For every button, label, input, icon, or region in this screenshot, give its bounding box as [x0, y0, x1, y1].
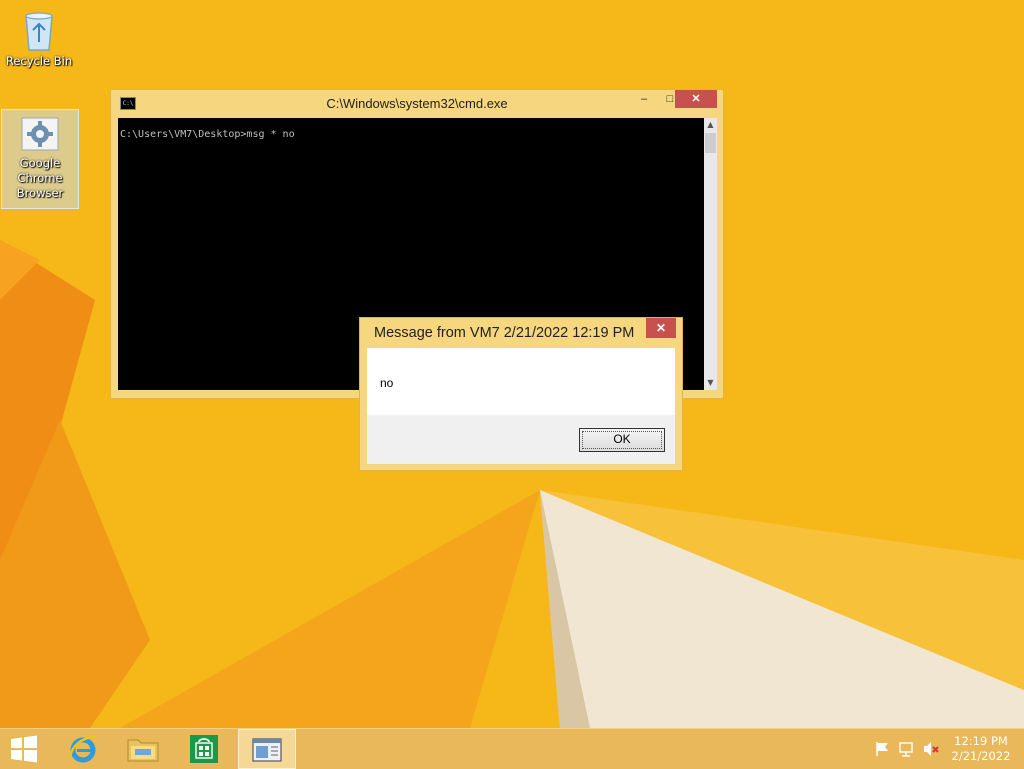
window-icon: [252, 738, 282, 762]
scroll-thumb[interactable]: [705, 133, 716, 153]
minimize-button[interactable]: –: [631, 90, 657, 108]
taskbar-internet-explorer[interactable]: [56, 729, 112, 769]
clock-date: 2/21/2022: [951, 749, 1011, 763]
start-button[interactable]: [0, 729, 56, 769]
internet-explorer-icon: [68, 736, 97, 763]
taskbar-clock[interactable]: 12:19 PM 2/21/2022: [946, 734, 1016, 764]
console-line: C:\Users\VM7\Desktop>msg * no: [120, 129, 295, 140]
scroll-up-arrow-icon[interactable]: ▲: [704, 118, 717, 132]
desktop-icon-google-chrome-browser[interactable]: Google Chrome Browser: [1, 109, 79, 209]
desktop-icon-recycle-bin[interactable]: Recycle Bin: [1, 4, 77, 69]
settings-gear-icon: [21, 117, 59, 151]
message-content: no: [367, 348, 675, 415]
message-title-bar[interactable]: Message from VM7 2/21/2022 12:19 PM ✕: [360, 318, 682, 348]
action-center-flag-icon[interactable]: [874, 741, 892, 757]
ok-button[interactable]: OK: [579, 428, 665, 452]
cmd-title-bar[interactable]: C:\ C:\Windows\system32\cmd.exe – □ ✕: [111, 90, 723, 118]
store-icon: [190, 735, 218, 763]
taskbar-store[interactable]: [176, 729, 232, 769]
volume-muted-icon[interactable]: [922, 741, 940, 757]
folder-icon: [127, 739, 159, 762]
message-close-button[interactable]: ✕: [646, 318, 676, 338]
taskbar-cmd[interactable]: [238, 729, 296, 769]
message-title: Message from VM7 2/21/2022 12:19 PM: [374, 325, 635, 341]
windows-logo-icon: [11, 735, 37, 763]
desktop-icon-label: Google Chrome Browser: [16, 156, 64, 200]
message-dialog[interactable]: Message from VM7 2/21/2022 12:19 PM ✕ no…: [359, 317, 683, 471]
recycle-bin-icon: [25, 12, 53, 51]
message-body: no OK: [367, 348, 675, 464]
taskbar-file-explorer[interactable]: [114, 729, 170, 769]
close-button[interactable]: ✕: [675, 90, 717, 108]
clock-time: 12:19 PM: [954, 734, 1008, 748]
scroll-down-arrow-icon[interactable]: ▼: [704, 376, 717, 390]
desktop: Recycle Bin Google Chrome Browser C:\ C:…: [0, 0, 1024, 728]
network-icon[interactable]: [898, 741, 916, 757]
taskbar: 12:19 PM 2/21/2022: [0, 728, 1024, 769]
vertical-scrollbar[interactable]: ▲ ▼: [704, 118, 717, 390]
desktop-icon-label: Recycle Bin: [5, 54, 73, 68]
message-text: no: [380, 376, 394, 390]
